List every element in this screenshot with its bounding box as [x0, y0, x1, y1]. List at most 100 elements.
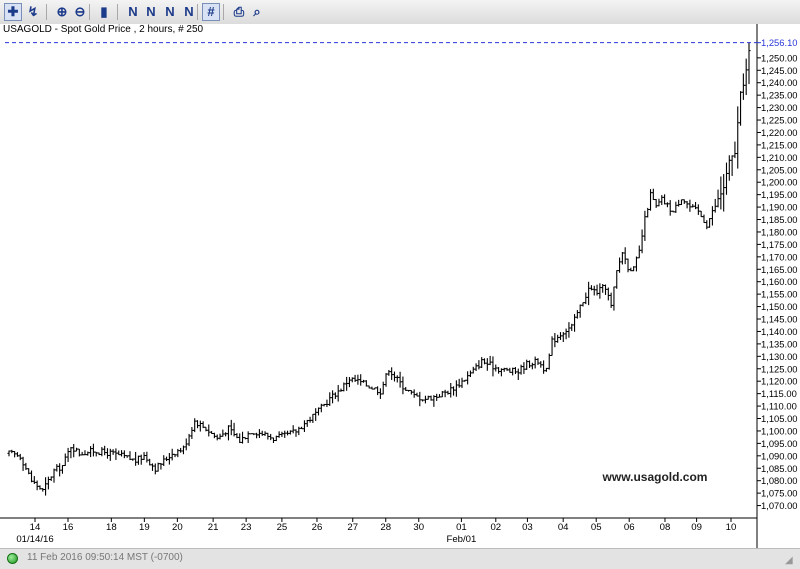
price-bar: [66, 447, 70, 463]
study-2-button[interactable]: N: [142, 3, 160, 21]
price-bar: [491, 356, 495, 377]
price-bar: [598, 283, 602, 299]
chart-area[interactable]: 1,070.00 1,075.00 1,080.00 1,085.00 1,090.00…: [0, 24, 800, 548]
print-preview-button[interactable]: ⌕: [248, 3, 266, 21]
price-bar: [466, 371, 470, 385]
y-tick-label: 1,195.00: [761, 189, 798, 200]
y-tick-label: 1,215.00: [761, 139, 798, 150]
price-bar: [125, 455, 129, 458]
price-bar: [738, 91, 743, 126]
price-bar: [572, 314, 577, 332]
price-bar: [153, 463, 157, 475]
price-bar: [122, 450, 126, 459]
price-bar: [736, 106, 740, 169]
price-bar: [280, 431, 284, 437]
zoom-in-button[interactable]: ⊕: [53, 3, 71, 21]
price-bar: [505, 367, 509, 371]
grid-toggle-button[interactable]: #: [202, 3, 220, 21]
price-bar: [429, 395, 433, 401]
price-bar: [480, 357, 484, 369]
price-bar: [668, 200, 672, 216]
x-date-label: 01/14/16: [16, 534, 53, 545]
price-bar: [7, 450, 11, 457]
price-bar: [347, 377, 352, 388]
price-bar: [398, 371, 402, 388]
status-timezone: MST (-0700): [126, 552, 183, 563]
y-tick-label: 1,150.00: [761, 301, 798, 312]
price-bar: [536, 358, 540, 365]
price-bar: [246, 431, 250, 444]
price-bar: [148, 458, 152, 466]
price-bar: [654, 198, 658, 208]
price-bar: [527, 360, 532, 368]
price-bar: [364, 380, 368, 387]
price-bar: [710, 206, 715, 226]
price-bar: [606, 287, 610, 301]
price-bar: [511, 367, 515, 376]
y-tick-label: 1,180.00: [761, 226, 798, 237]
price-bar: [679, 199, 684, 206]
price-bar: [696, 204, 700, 215]
price-bar: [13, 451, 17, 458]
x-tick-label: 25: [277, 522, 288, 533]
price-bar: [553, 333, 557, 348]
price-bar: [193, 418, 197, 433]
x-tick-label: 26: [312, 522, 323, 533]
price-bar: [342, 382, 346, 392]
price-bar: [41, 488, 45, 492]
price-bar: [702, 214, 706, 224]
price-bar: [88, 446, 93, 458]
price-bar: [617, 257, 622, 273]
price-bar: [100, 447, 104, 457]
price-bar: [209, 431, 214, 434]
y-tick-label: 1,090.00: [761, 450, 798, 461]
price-bar: [260, 430, 264, 436]
zoom-out-button[interactable]: ⊖: [71, 3, 89, 21]
study-1-button[interactable]: N: [124, 3, 142, 21]
x-tick-label: 01: [456, 522, 467, 533]
resize-grip-icon[interactable]: ◢: [785, 555, 797, 567]
y-tick-label: 1,115.00: [761, 388, 797, 399]
price-bar: [384, 373, 388, 387]
price-bar: [60, 465, 65, 474]
crosshair-tool-button[interactable]: ✚: [4, 3, 22, 21]
price-bar: [359, 374, 363, 386]
price-bar: [449, 383, 453, 398]
price-bar: [277, 431, 281, 438]
draw-tool-button[interactable]: ↯: [24, 3, 42, 21]
price-bar: [488, 355, 492, 366]
status-datetime: 11 Feb 2016 09:50:14 MST (-0700): [27, 552, 183, 563]
bar-chart-type-button[interactable]: ▮: [95, 3, 113, 21]
x-tick-label: 18: [106, 522, 117, 533]
study-3-button[interactable]: N: [161, 3, 179, 21]
y-tick-label: 1,135.00: [761, 338, 798, 349]
price-bar: [77, 448, 81, 457]
price-bar: [401, 376, 405, 395]
price-bar: [21, 456, 25, 471]
price-bar: [474, 363, 478, 371]
price-bar: [561, 332, 565, 342]
y-tick-label: 1,250.00: [761, 52, 798, 63]
price-bar: [333, 392, 337, 399]
price-bar: [744, 58, 748, 96]
price-bar: [195, 420, 200, 429]
y-tick-label: 1,220.00: [761, 127, 798, 138]
price-bar: [544, 367, 549, 372]
price-bar: [460, 377, 464, 388]
x-tick-label: 06: [624, 522, 635, 533]
price-bar: [502, 367, 506, 372]
x-tick-label: 10: [726, 522, 737, 533]
price-bar: [285, 430, 290, 436]
price-bar: [648, 189, 653, 211]
price-bar: [508, 367, 512, 373]
study-4-button[interactable]: N: [180, 3, 198, 21]
price-chart[interactable]: 1,070.001,075.00 1,080.001,085.00 1,090.00…: [0, 24, 800, 548]
toolbar-separator: [223, 4, 224, 20]
price-bar: [305, 419, 309, 427]
price-bar: [522, 362, 526, 374]
price-bar: [595, 284, 599, 296]
price-bar: [370, 386, 374, 390]
price-bar: [446, 390, 450, 395]
print-button[interactable]: ⎙: [230, 3, 248, 21]
ohlc-bars: [7, 42, 751, 496]
